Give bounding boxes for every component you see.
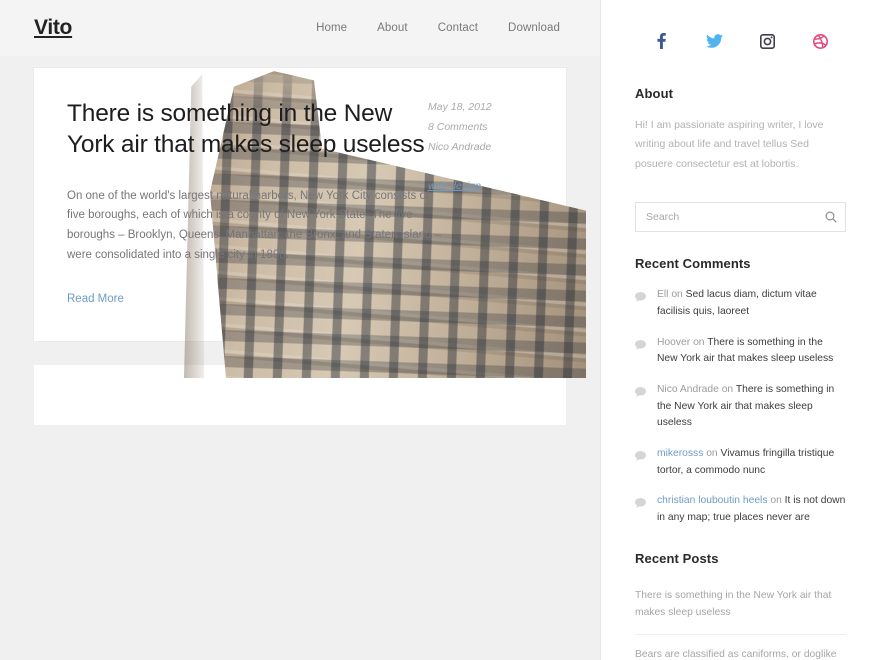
comment-on-word: on xyxy=(767,495,785,507)
post-category-link[interactable]: web design xyxy=(428,180,481,192)
site-logo[interactable]: Vito xyxy=(34,16,72,40)
search-input[interactable] xyxy=(635,202,846,233)
comment-bubble-icon xyxy=(635,496,646,514)
main-navigation: Home About Contact Download xyxy=(316,22,566,34)
recent-post-item[interactable]: There is something in the New York air t… xyxy=(635,578,846,636)
comment-on-word: on xyxy=(703,447,721,459)
social-links xyxy=(635,0,846,62)
comment-bubble-icon xyxy=(635,290,646,308)
comment-author[interactable]: christian louboutin heels xyxy=(657,495,767,506)
comment-on-word: on xyxy=(668,289,686,301)
post-date: May 18, 2012 xyxy=(428,101,492,113)
recent-posts-list: There is something in the New York air t… xyxy=(635,578,846,660)
comment-text: Hoover on There is something in the New … xyxy=(657,335,846,368)
about-text: Hi! I am passionate aspiring writer, I l… xyxy=(635,119,824,170)
page-root: Vito Home About Contact Download There i… xyxy=(0,0,880,660)
nav-item-about[interactable]: About xyxy=(377,22,408,34)
instagram-icon[interactable] xyxy=(757,31,777,51)
comment-text: christian louboutin heels on It is not d… xyxy=(657,493,846,526)
comment-bubble-icon xyxy=(635,449,646,467)
comment-text: Ell on Sed lacus diam, dictum vitae faci… xyxy=(657,287,846,320)
comment-text: Nico Andrade on There is something in th… xyxy=(657,382,846,432)
recent-post-item[interactable]: Bears are classified as caniforms, or do… xyxy=(635,635,846,660)
post-meta: May 18, 2012 8 Comments Nico Andrade web… xyxy=(428,100,533,194)
about-heading: About xyxy=(635,86,674,101)
post-body: There is something in the New York air t… xyxy=(34,68,566,341)
dribbble-icon[interactable] xyxy=(810,31,830,51)
comment-on-word: on xyxy=(690,336,708,348)
search-icon[interactable] xyxy=(822,208,840,226)
nav-item-contact[interactable]: Contact xyxy=(438,22,478,34)
sidebar: About Hi! I am passionate aspiring write… xyxy=(601,0,880,660)
recent-comment-item[interactable]: christian louboutin heels on It is not d… xyxy=(635,493,846,526)
recent-comment-item[interactable]: Nico Andrade on There is something in th… xyxy=(635,382,846,432)
post-excerpt: On one of the world's largest natural ha… xyxy=(67,189,441,262)
recent-comments-heading: Recent Comments xyxy=(635,256,751,272)
comment-text: mikerosss on Vivamus fringilla tristique… xyxy=(657,446,846,479)
main-content-column: Vito Home About Contact Download There i… xyxy=(0,0,601,660)
post-card: There is something in the New York air t… xyxy=(34,68,586,378)
recent-comment-item[interactable]: Hoover on There is something in the New … xyxy=(635,335,846,368)
comment-bubble-icon xyxy=(635,338,646,356)
comment-on-word: on xyxy=(718,383,736,395)
recent-comment-item[interactable]: Ell on Sed lacus diam, dictum vitae faci… xyxy=(635,287,846,320)
recent-comments-list: Ell on Sed lacus diam, dictum vitae faci… xyxy=(635,287,846,526)
comment-author[interactable]: mikerosss xyxy=(657,448,703,459)
post-author: Nico Andrade xyxy=(428,140,492,153)
site-header: Vito Home About Contact Download xyxy=(0,0,600,56)
comment-author: Hoover xyxy=(657,336,691,348)
twitter-icon[interactable] xyxy=(704,31,724,51)
search-form xyxy=(635,202,846,233)
facebook-icon[interactable] xyxy=(651,31,671,51)
nav-item-home[interactable]: Home xyxy=(316,22,347,34)
comment-author: Nico Andrade xyxy=(657,383,719,395)
comment-author: Ell xyxy=(657,289,669,301)
comment-bubble-icon xyxy=(635,385,646,403)
read-more-link[interactable]: Read More xyxy=(67,293,124,305)
nav-item-download[interactable]: Download xyxy=(508,22,560,34)
recent-comment-item[interactable]: mikerosss on Vivamus fringilla tristique… xyxy=(635,446,846,479)
recent-posts-heading: Recent Posts xyxy=(635,550,719,566)
post-comment-count[interactable]: 8 Comments xyxy=(428,120,533,136)
post-title[interactable]: There is something in the New York air t… xyxy=(67,98,437,161)
